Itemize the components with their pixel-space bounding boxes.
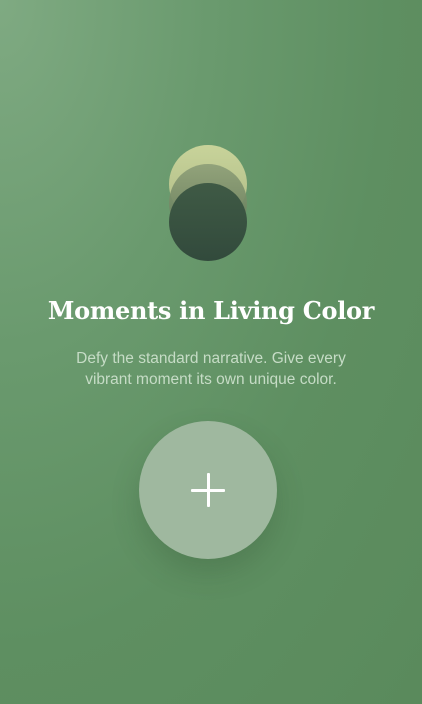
subtitle-line-1: Defy the standard narrative. Give every — [76, 350, 346, 367]
onboarding-subtitle: Defy the standard narrative. Give every … — [40, 348, 382, 390]
onboarding-title: Moments in Living Color — [47, 296, 375, 325]
layered-circles-logo-icon — [169, 145, 247, 261]
add-moment-button[interactable] — [139, 421, 277, 559]
plus-icon — [191, 473, 225, 507]
logo-bottom-circle — [169, 183, 247, 261]
subtitle-line-2: vibrant moment its own unique color. — [85, 371, 337, 388]
onboarding-screen: Moments in Living Color Defy the standar… — [0, 0, 422, 704]
